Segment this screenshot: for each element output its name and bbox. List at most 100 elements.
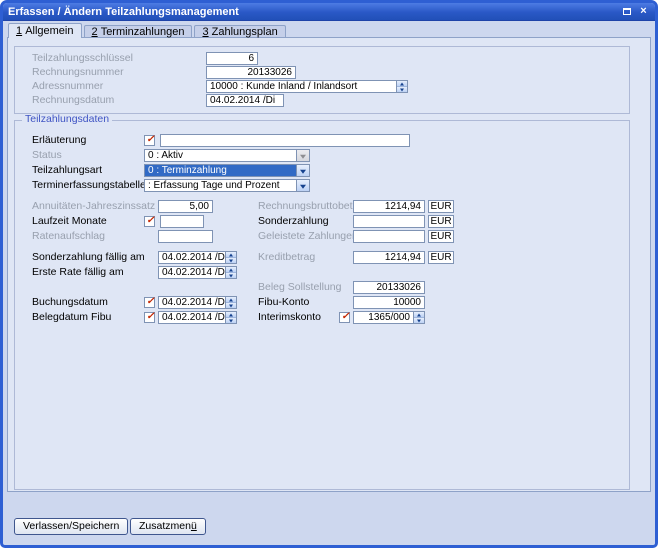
- erlaeuterung-checkbox[interactable]: ✓: [144, 133, 155, 146]
- spin-down-button[interactable]: [226, 302, 236, 308]
- checkmark-icon: ✓: [146, 310, 155, 322]
- ratenaufschlag-label: Ratenaufschlag: [32, 230, 105, 242]
- teilzahlungsart-dropdown[interactable]: 0 : Terminzahlung: [144, 164, 310, 177]
- close-icon: ×: [640, 5, 647, 17]
- status-label: Status: [32, 149, 62, 161]
- zusatzmenu-mnemonic: ü: [190, 520, 197, 532]
- terminerfassungstabelle-label: Terminerfassungstabelle: [32, 179, 146, 191]
- tab-mnemonic: 1: [16, 25, 23, 37]
- belegdatum-fibu-value: 04.02.2014 /Di: [162, 312, 225, 323]
- geleistete-zahlungen-label: Geleistete Zahlungen: [258, 230, 358, 242]
- laufzeit-monate-label: Laufzeit Monate: [32, 215, 107, 227]
- tab-bar: 1 Allgemein 2 Terminzahlungen 3 Zahlungs…: [8, 23, 288, 38]
- tab-allgemein[interactable]: 1 Allgemein: [8, 23, 82, 38]
- erste-rate-value: 04.02.2014 /Di: [162, 267, 225, 278]
- sonderzahlung-label: Sonderzahlung: [258, 215, 329, 227]
- sonderzahlung-field[interactable]: [353, 215, 425, 228]
- buchungsdatum-value: 04.02.2014 /Di: [162, 297, 225, 308]
- status-value: 0 : Aktiv: [148, 150, 184, 161]
- beleg-sollstellung-label: Beleg Sollstellung: [258, 281, 342, 293]
- belegdatum-fibu-label: Belegdatum Fibu: [32, 311, 112, 323]
- dialog-window: Erfassen / Ändern Teilzahlungsmanagement…: [0, 0, 658, 548]
- checkmark-icon: ✓: [146, 133, 155, 145]
- verlassen-speichern-button[interactable]: Verlassen/Speichern: [14, 518, 129, 535]
- laufzeit-monate-field[interactable]: [160, 215, 204, 228]
- date-spinner[interactable]: [225, 267, 236, 278]
- terminerfassungstabelle-dropdown[interactable]: : Erfassung Tage und Prozent: [144, 179, 310, 192]
- terminerfassungstabelle-value: : Erfassung Tage und Prozent: [148, 180, 280, 191]
- spin-down-button[interactable]: [226, 257, 236, 263]
- rechnungsdatum-field[interactable]: 04.02.2014 /Di: [206, 94, 284, 107]
- interimskonto-field[interactable]: 1365/000: [353, 311, 425, 324]
- spin-down-button[interactable]: [414, 317, 424, 323]
- interimskonto-spinner[interactable]: [413, 312, 424, 323]
- annuitaeten-label: Annuitäten-Jahreszinssatz: [32, 200, 156, 212]
- close-button[interactable]: ×: [637, 6, 650, 18]
- spin-down-button[interactable]: [226, 272, 236, 278]
- sonderzahlung-faellig-value: 04.02.2014 /Di: [162, 252, 225, 263]
- teilzahlungsschluessel-label: Teilzahlungsschlüssel: [32, 52, 133, 64]
- date-spinner[interactable]: [225, 312, 236, 323]
- erlaeuterung-label: Erläuterung: [32, 134, 87, 146]
- spin-down-button[interactable]: [397, 86, 407, 92]
- kreditbetrag-currency: EUR: [428, 251, 454, 264]
- kreditbetrag-label: Kreditbetrag: [258, 251, 316, 263]
- checkmark-icon: ✓: [146, 214, 155, 226]
- sonderzahlung-faellig-label: Sonderzahlung fällig am: [32, 251, 145, 263]
- teilzahlungsschluessel-field[interactable]: 6: [206, 52, 258, 65]
- tab-label: Terminzahlungen: [100, 26, 185, 38]
- status-dropdown[interactable]: 0 : Aktiv: [144, 149, 310, 162]
- belegdatum-fibu-checkbox[interactable]: ✓: [144, 310, 155, 323]
- tab-terminzahlungen[interactable]: 2 Terminzahlungen: [83, 25, 193, 38]
- checkmark-icon: ✓: [341, 310, 350, 322]
- tab-mnemonic: 3: [202, 26, 209, 38]
- buchungsdatum-label: Buchungsdatum: [32, 296, 108, 308]
- restore-icon: [622, 8, 631, 15]
- dropdown-arrow-icon[interactable]: [296, 150, 309, 161]
- geleistete-zahlungen-currency: EUR: [428, 230, 454, 243]
- spin-down-button[interactable]: [226, 317, 236, 323]
- date-spinner[interactable]: [225, 252, 236, 263]
- interimskonto-checkbox[interactable]: ✓: [339, 310, 350, 323]
- zusatzmenu-button[interactable]: Zusatzmenü: [130, 518, 206, 535]
- adressnummer-label: Adressnummer: [32, 80, 104, 92]
- rechnungsnummer-label: Rechnungsnummer: [32, 66, 124, 78]
- adressnummer-value: 10000 : Kunde Inland / Inlandsort: [210, 81, 358, 92]
- zusatzmenu-label: Zusatzmen: [139, 520, 191, 532]
- tab-zahlungsplan[interactable]: 3 Zahlungsplan: [194, 25, 286, 38]
- teilzahlungsart-label: Teilzahlungsart: [32, 164, 103, 176]
- geleistete-zahlungen-field[interactable]: [353, 230, 425, 243]
- adressnummer-field[interactable]: 10000 : Kunde Inland / Inlandsort: [206, 80, 408, 93]
- fibu-konto-field[interactable]: 10000: [353, 296, 425, 309]
- rechnungsbruttobetrag-field[interactable]: 1214,94: [353, 200, 425, 213]
- erlaeuterung-input[interactable]: [160, 134, 410, 147]
- erste-rate-label: Erste Rate fällig am: [32, 266, 124, 278]
- belegdatum-fibu-field[interactable]: 04.02.2014 /Di: [158, 311, 237, 324]
- title-bar[interactable]: Erfassen / Ändern Teilzahlungsmanagement…: [3, 3, 655, 21]
- rechnungsbruttobetrag-currency: EUR: [428, 200, 454, 213]
- annuitaeten-field[interactable]: 5,00: [158, 200, 213, 213]
- dropdown-arrow-icon[interactable]: [296, 180, 309, 191]
- tab-label: Allgemein: [25, 25, 74, 37]
- rechnungsdatum-label: Rechnungsdatum: [32, 94, 115, 106]
- erste-rate-field[interactable]: 04.02.2014 /Di: [158, 266, 237, 279]
- window-title: Erfassen / Ändern Teilzahlungsmanagement: [8, 5, 239, 18]
- beleg-sollstellung-field[interactable]: 20133026: [353, 281, 425, 294]
- rechnungsbruttobetrag-label: Rechnungsbruttobetrag: [258, 200, 368, 212]
- rechnungsnummer-field[interactable]: 20133026: [206, 66, 296, 79]
- date-spinner[interactable]: [225, 297, 236, 308]
- buchungsdatum-field[interactable]: 04.02.2014 /Di: [158, 296, 237, 309]
- laufzeit-monate-checkbox[interactable]: ✓: [144, 214, 155, 227]
- teilzahlungsdaten-legend: Teilzahlungsdaten: [22, 114, 113, 125]
- ratenaufschlag-field[interactable]: [158, 230, 213, 243]
- window-controls: ×: [620, 6, 650, 18]
- fibu-konto-label: Fibu-Konto: [258, 296, 310, 308]
- restore-button[interactable]: [620, 6, 633, 18]
- sonderzahlung-faellig-field[interactable]: 04.02.2014 /Di: [158, 251, 237, 264]
- buchungsdatum-checkbox[interactable]: ✓: [144, 296, 155, 308]
- dropdown-arrow-icon[interactable]: [296, 165, 309, 176]
- adressnummer-spinner[interactable]: [396, 81, 407, 92]
- kreditbetrag-field[interactable]: 1214,94: [353, 251, 425, 264]
- tab-panel: Teilzahlungsschlüssel 6 Rechnungsnummer …: [7, 37, 651, 492]
- interimskonto-label: Interimskonto: [258, 311, 322, 323]
